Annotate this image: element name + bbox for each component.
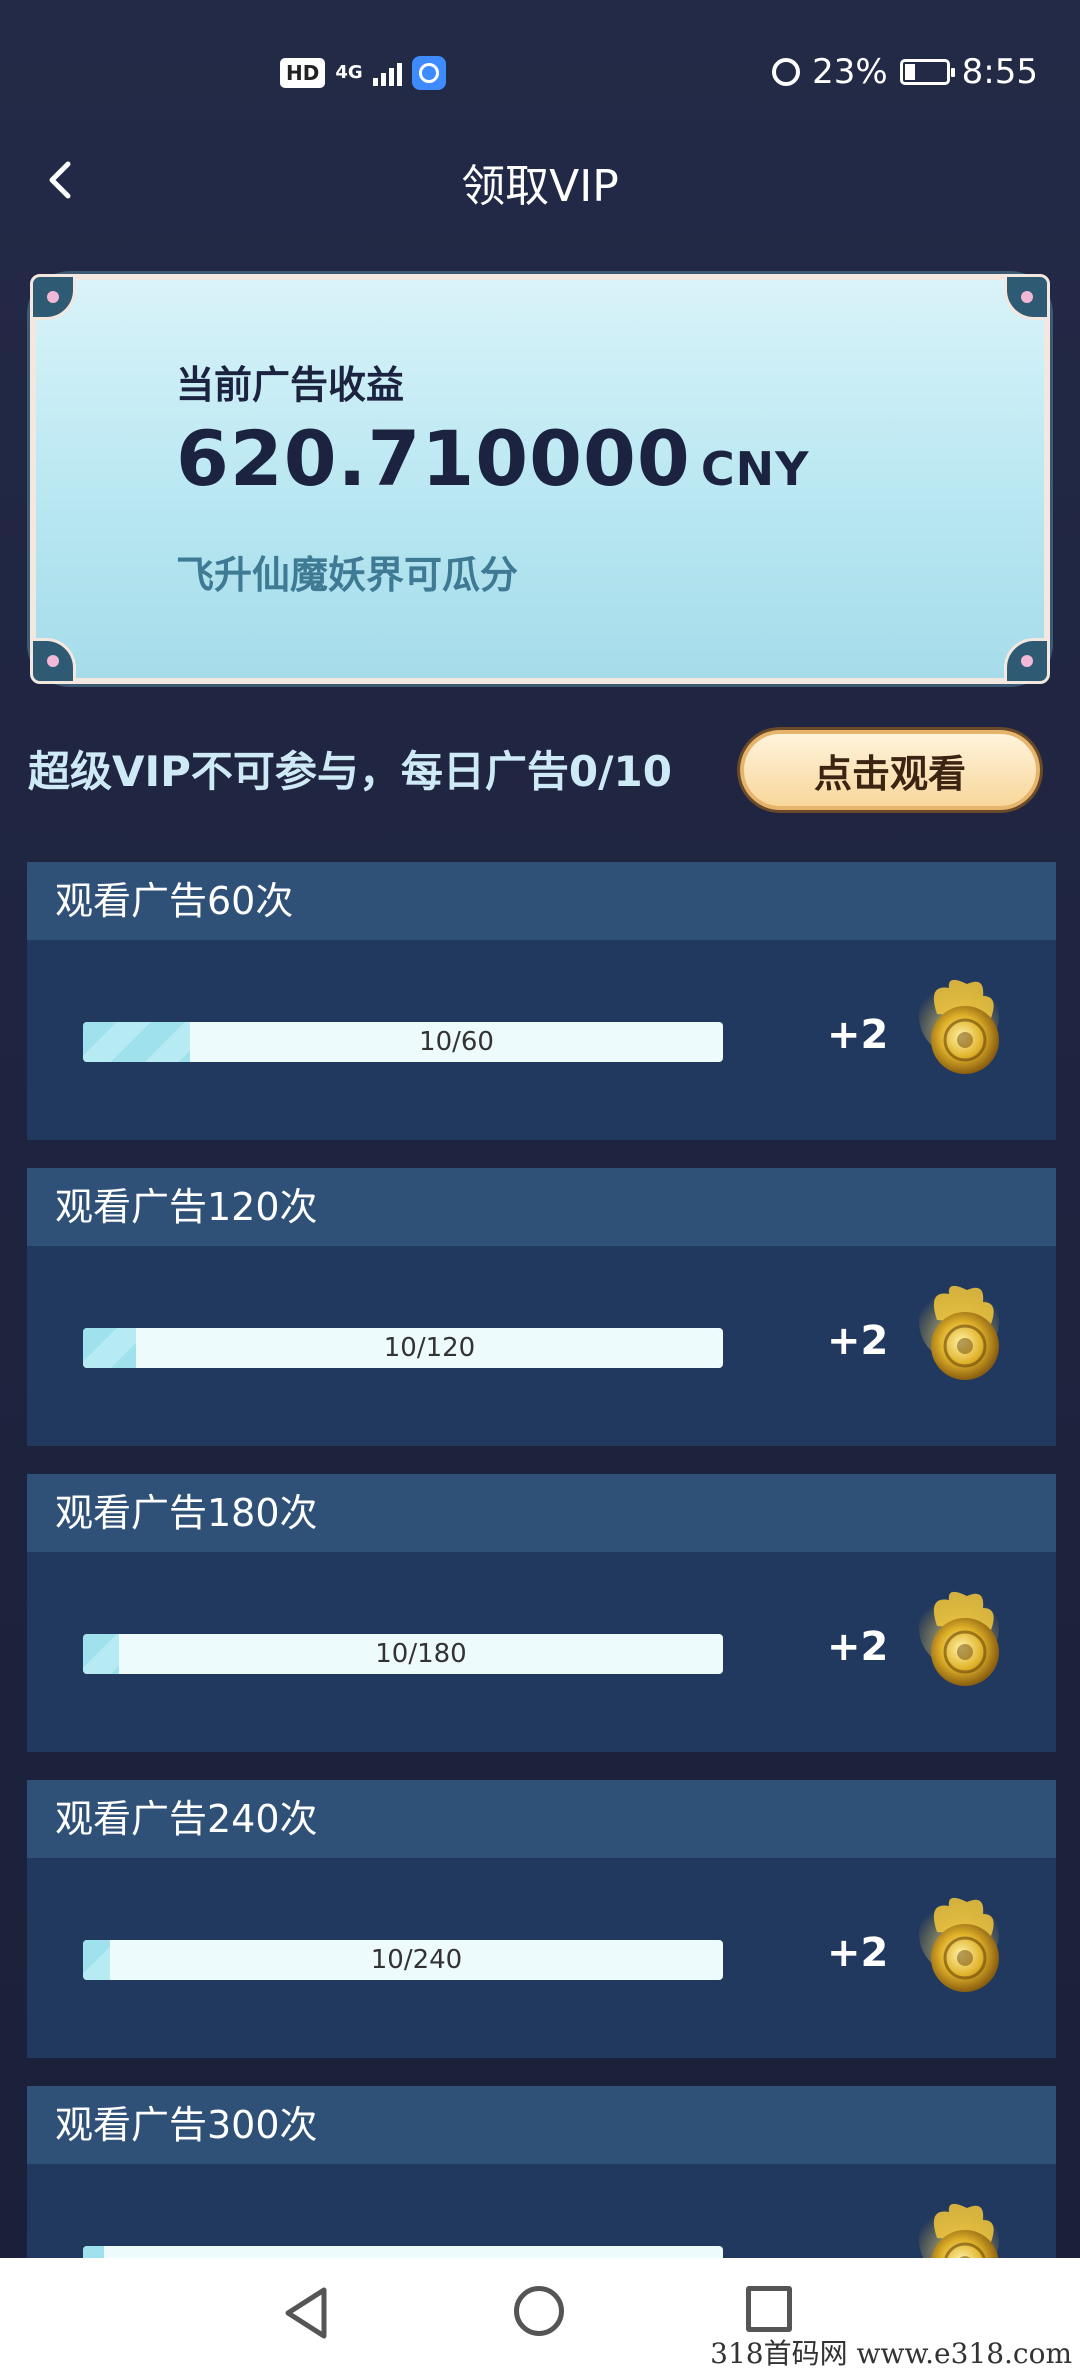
task-body: 10/240 +2 — [27, 1858, 1056, 2056]
progress-fill — [83, 1634, 119, 1674]
gold-orb-icon — [919, 1588, 999, 1686]
gold-orb-icon — [919, 1894, 999, 1992]
watermark: 318首码网 www.e318.com — [710, 2337, 1072, 2370]
signal-icon — [372, 60, 402, 86]
progress-text: 10/60 — [419, 1027, 494, 1057]
task-body: 10/180 +2 — [27, 1552, 1056, 1750]
task-body: 10/120 +2 — [27, 1246, 1056, 1444]
navigation-bar: 318首码网 www.e318.com — [0, 2258, 1080, 2376]
page: HD 4G 23% 8:55 领取VIP 当前广告收益 620.710000 C… — [0, 0, 1080, 2376]
page-title: 领取VIP — [461, 161, 619, 212]
card-corner-ornament — [1004, 638, 1050, 684]
progress-text: 10/240 — [370, 1945, 463, 1975]
reward-amount: +2 — [827, 1012, 889, 1058]
revenue-amount-line: 620.710000 CNY — [176, 414, 809, 503]
hd-badge: HD — [280, 58, 326, 88]
reward-amount: +2 — [827, 1624, 889, 1670]
status-bar: HD 4G 23% 8:55 — [0, 0, 1080, 150]
recent-apps-square-icon[interactable] — [746, 2286, 792, 2332]
progress-bar: 10/120 — [83, 1328, 723, 1368]
battery-percent: 23% — [812, 52, 888, 92]
task-card: 观看广告240次 10/240 +2 — [27, 1780, 1056, 2058]
progress-fill — [83, 1328, 136, 1368]
progress-text: 10/180 — [375, 1639, 467, 1669]
revenue-label: 当前广告收益 — [176, 363, 405, 407]
progress-fill — [83, 1940, 110, 1980]
alarm-icon — [772, 58, 801, 86]
task-card: 观看广告120次 10/120 +2 — [27, 1168, 1056, 1446]
progress-bar: 10/240 — [83, 1940, 723, 1980]
task-title: 观看广告180次 — [27, 1474, 1056, 1552]
reward-amount: +2 — [827, 1318, 889, 1364]
app-notification-icon — [411, 56, 446, 90]
task-body: 10/60 +2 — [27, 940, 1056, 1138]
reward-amount: +2 — [827, 1930, 889, 1976]
status-bar-left: HD 4G — [280, 56, 446, 90]
progress-fill — [83, 1022, 190, 1062]
revenue-amount: 620.710000 — [176, 414, 691, 503]
task-title: 观看广告240次 — [27, 1780, 1056, 1858]
status-bar-right: 23% 8:55 — [772, 52, 1038, 92]
card-corner-ornament — [30, 638, 76, 684]
daily-ad-status: 超级VIP不可参与，每日广告0/10 — [28, 747, 672, 796]
progress-bar: 10/180 — [83, 1634, 723, 1674]
task-title: 观看广告60次 — [27, 862, 1056, 940]
network-type: 4G — [335, 62, 363, 83]
progress-text: 10/120 — [383, 1333, 476, 1363]
progress-bar: 10/60 — [83, 1022, 723, 1062]
revenue-unit: CNY — [700, 442, 810, 496]
watch-ad-button[interactable]: 点击观看 — [740, 730, 1040, 810]
battery-icon — [899, 59, 955, 85]
card-corner-ornament — [1004, 274, 1050, 320]
gold-orb-icon — [919, 976, 999, 1074]
card-corner-ornament — [30, 274, 76, 320]
header: 领取VIP — [0, 140, 1080, 220]
revenue-note: 飞升仙魔妖界可瓜分 — [176, 553, 519, 597]
back-triangle-icon[interactable] — [282, 2286, 332, 2340]
gold-orb-icon — [919, 1282, 999, 1380]
task-card: 观看广告180次 10/180 +2 — [27, 1474, 1056, 1752]
home-circle-icon[interactable] — [514, 2286, 564, 2336]
task-title: 观看广告300次 — [27, 2086, 1056, 2164]
revenue-card: 当前广告收益 620.710000 CNY 飞升仙魔妖界可瓜分 — [30, 274, 1050, 684]
task-card: 观看广告60次 10/60 +2 — [27, 862, 1056, 1140]
clock: 8:55 — [961, 52, 1038, 92]
task-title: 观看广告120次 — [27, 1168, 1056, 1246]
